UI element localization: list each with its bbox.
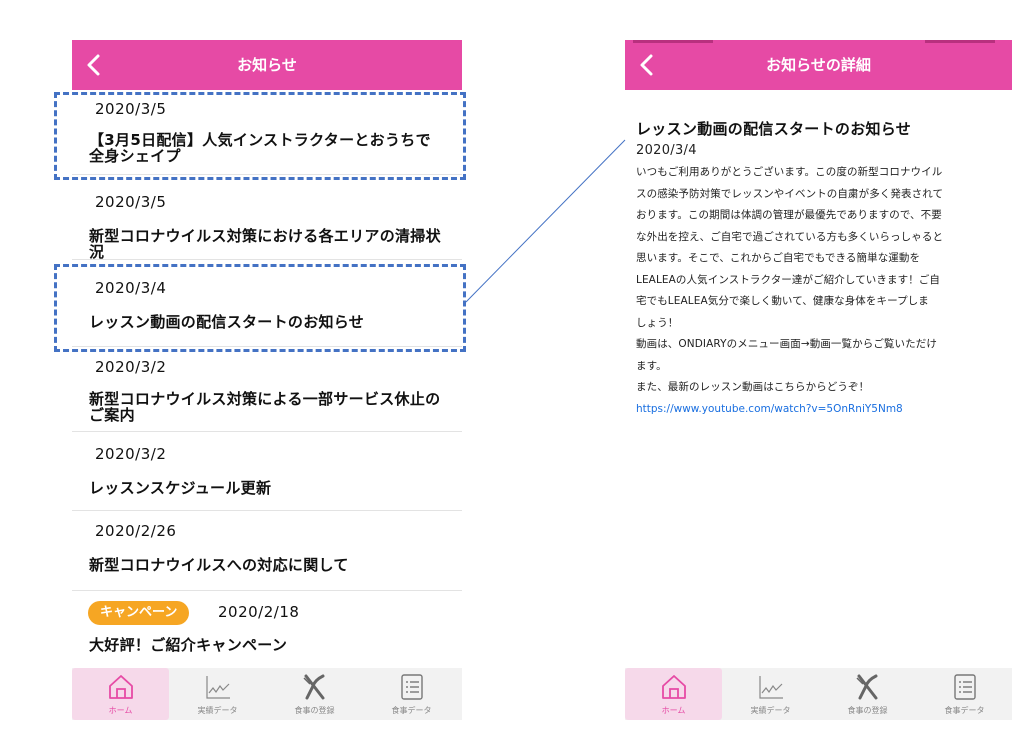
news-date: 2020/3/2 [95,358,167,376]
page-title: お知らせ [237,56,297,74]
fork-knife-icon [855,674,877,700]
article-date: 2020/3/4 [636,143,697,158]
nav-home[interactable]: ホーム [625,668,722,720]
list-icon [400,674,423,700]
news-item[interactable]: キャンペーン 2020/2/18 大好評！ご紹介キャンペーン [72,591,462,661]
news-item[interactable]: 2020/3/2 新型コロナウイルス対策による一部サービス休止のご案内 [72,347,462,432]
news-date: 2020/3/5 [95,100,167,118]
news-item[interactable]: 2020/3/5 新型コロナウイルス対策における各エリアの清掃状況 [72,175,462,260]
bottom-nav: ホーム 実績データ 食事の登録 食事データ [625,668,1012,720]
news-item[interactable]: 2020/2/26 新型コロナウイルスへの対応に関して [72,511,462,591]
news-title: レッスンスケジュール更新 [89,479,272,497]
news-item[interactable]: 2020/3/5 【3月5日配信】人気インストラクターとおうちで全身シェイプ [72,90,462,175]
nav-results[interactable]: 実績データ [169,668,266,720]
nav-meal-data[interactable]: 食事データ [363,668,460,720]
body-line: 宅でもLEALEA気分で楽しく動いて、健康な身体をキープしま [636,295,929,307]
body-line: LEALEAの人気インストラクター達がご紹介していきます！ご自 [636,273,940,286]
body-line: スの感染予防対策でレッスンやイベントの自粛が多く発表されて [636,187,944,200]
campaign-badge: キャンペーン [88,601,190,625]
list-icon [953,674,976,700]
nav-home[interactable]: ホーム [72,668,169,720]
page-title: お知らせの詳細 [766,56,871,74]
nav-meal-register[interactable]: 食事の登録 [266,668,363,720]
nav-results[interactable]: 実績データ [722,668,819,720]
header-bar: お知らせ [72,40,462,90]
header-bar: お知らせの詳細 [625,40,1012,90]
news-title: 新型コロナウイルスへの対応に関して [89,556,349,574]
bottom-nav: ホーム 実績データ 食事の登録 食事データ [72,668,462,720]
news-list: 2020/3/5 【3月5日配信】人気インストラクターとおうちで全身シェイプ 2… [72,90,462,661]
news-item[interactable]: 2020/3/2 レッスンスケジュール更新 [72,432,462,511]
news-date: 2020/3/4 [95,279,167,297]
nav-label: ホーム [661,706,686,715]
news-detail-screen: お知らせの詳細 レッスン動画の配信スタートのお知らせ 2020/3/4 いつもご… [625,40,1012,720]
fork-knife-icon [302,674,324,700]
chart-icon [205,676,230,699]
news-item[interactable]: 2020/3/4 レッスン動画の配信スタートのお知らせ [72,260,462,347]
nav-meal-data[interactable]: 食事データ [916,668,1012,720]
nav-meal-register[interactable]: 食事の登録 [819,668,916,720]
news-title: レッスン動画の配信スタートのお知らせ [89,313,365,331]
news-title: 大好評！ご紹介キャンペーン [89,636,288,654]
nav-label: 食事データ [944,706,985,715]
article-title: レッスン動画の配信スタートのお知らせ [636,120,912,138]
nav-label: 食事の登録 [294,706,335,715]
nav-label: ホーム [108,706,133,715]
body-line: ます。 [636,359,667,372]
nav-label: 食事データ [391,706,432,715]
news-date: 2020/2/26 [95,522,177,540]
nav-label: 実績データ [750,706,791,715]
news-title: 【3月5日配信】人気インストラクターとおうちで全身シェイプ [89,131,431,165]
news-date: 2020/3/2 [95,445,167,463]
body-line: いつもご利用ありがとうございます。この度の新型コロナウイル [636,166,943,178]
nav-label: 食事の登録 [847,706,888,715]
nav-label: 実績データ [197,706,238,715]
chart-icon [758,676,783,699]
news-date: 2020/2/18 [218,603,300,621]
home-icon [661,675,686,699]
news-date: 2020/3/5 [95,193,167,211]
body-line: また、最新のレッスン動画はこちらからどうぞ！ [636,381,870,393]
body-line: しょう！ [636,316,679,329]
home-icon [108,675,133,699]
video-link[interactable]: https://www.youtube.com/watch?v=5OnRniY5… [636,399,1000,421]
body-line: な外出を控え、ご自宅で過ごされている方も多くいらっしゃると [636,230,944,243]
body-line: おります。この期間は体調の管理が最優先でありますので、不要 [636,209,942,221]
news-title: 新型コロナウイルス対策による一部サービス休止のご案内 [89,390,441,424]
news-detail: レッスン動画の配信スタートのお知らせ 2020/3/4 いつもご利用ありがとうご… [636,118,1000,420]
article-body: いつもご利用ありがとうございます。この度の新型コロナウイル スの感染予防対策でレ… [636,162,1000,399]
news-list-screen: お知らせ 2020/3/5 【3月5日配信】人気インストラクターとおうちで全身シ… [72,40,462,720]
news-title: 新型コロナウイルス対策における各エリアの清掃状況 [89,227,441,261]
body-line: 思います。そこで、これからご自宅でもできる簡単な運動を [636,252,921,264]
body-line: 動画は、ONDIARYのメニュー画面→動画一覧からご覧いただけ [636,338,937,350]
